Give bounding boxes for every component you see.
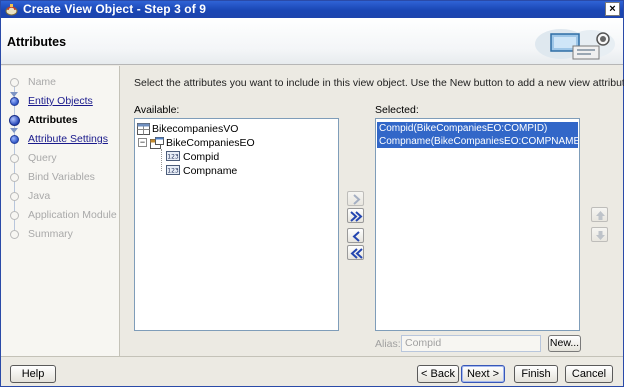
page-title: Attributes bbox=[7, 35, 67, 49]
move-all-left-icon bbox=[350, 248, 363, 259]
train-step-label: Bind Variables bbox=[28, 171, 95, 183]
train-step-summary: Summary bbox=[1, 225, 119, 244]
train-step-bind-variables: Bind Variables bbox=[1, 168, 119, 187]
train-step-java: Java bbox=[1, 187, 119, 206]
help-button[interactable]: Help bbox=[10, 365, 56, 383]
train-step-label: Java bbox=[28, 190, 51, 202]
train-step-application-module: Application Module bbox=[1, 206, 119, 225]
tree-node-attribute[interactable]: 123 Compname bbox=[166, 164, 326, 178]
move-right-button[interactable] bbox=[347, 191, 364, 206]
dialog-window: Create View Object - Step 3 of 9 × Attri… bbox=[0, 0, 624, 387]
tree-node-entity[interactable]: − BikeCompaniesEO bbox=[138, 136, 328, 150]
svg-text:123: 123 bbox=[167, 154, 179, 161]
page-header: Attributes bbox=[1, 18, 623, 65]
back-button[interactable]: < Back bbox=[417, 365, 459, 383]
tree-node-label: BikeCompaniesEO bbox=[166, 137, 255, 149]
train-step-label[interactable]: Attribute Settings bbox=[28, 133, 108, 145]
cancel-button[interactable]: Cancel bbox=[565, 365, 613, 383]
button-bar: Help < Back Next > Finish Cancel bbox=[1, 356, 623, 386]
train-step-label[interactable]: Entity Objects bbox=[28, 95, 93, 107]
train-step-attributes: Attributes bbox=[1, 111, 119, 130]
alias-label: Alias: bbox=[375, 338, 401, 350]
train-step-label: Query bbox=[28, 152, 57, 164]
current-step-marker bbox=[9, 115, 20, 126]
jdeveloper-icon bbox=[5, 4, 18, 16]
tree-guide-line bbox=[161, 149, 162, 171]
move-right-icon bbox=[353, 194, 361, 205]
available-tree[interactable]: BikecompaniesVO − BikeCompaniesEO 123 Co bbox=[134, 118, 339, 331]
step-marker bbox=[10, 192, 19, 201]
svg-text:123: 123 bbox=[167, 168, 179, 175]
train-step-label: Summary bbox=[28, 228, 73, 240]
main-panel: Select the attributes you want to includ… bbox=[121, 66, 624, 356]
step-marker bbox=[10, 135, 19, 144]
view-object-graphic bbox=[535, 29, 615, 60]
new-attribute-button[interactable]: New... bbox=[548, 335, 581, 352]
tree-node-view-object[interactable]: BikecompaniesVO bbox=[137, 122, 327, 136]
train-step-label: Application Module bbox=[28, 209, 117, 221]
move-down-icon bbox=[596, 231, 605, 240]
wizard-steps-train: Name Entity Objects Attributes Attribute… bbox=[1, 66, 120, 356]
window-title: Create View Object - Step 3 of 9 bbox=[23, 2, 207, 16]
move-all-right-button[interactable] bbox=[347, 208, 364, 223]
step-marker bbox=[10, 78, 19, 87]
train-step-name: Name bbox=[1, 73, 119, 92]
attribute-icon: 123 bbox=[166, 151, 180, 161]
step-marker bbox=[10, 173, 19, 182]
move-left-icon bbox=[352, 231, 360, 242]
alias-field[interactable]: Compid bbox=[401, 335, 541, 352]
tree-node-label: Compname bbox=[183, 165, 238, 177]
move-up-icon bbox=[596, 211, 605, 220]
train-step-entity-objects[interactable]: Entity Objects bbox=[1, 92, 119, 111]
train-step-attribute-settings[interactable]: Attribute Settings bbox=[1, 130, 119, 149]
tree-node-label: BikecompaniesVO bbox=[152, 123, 239, 135]
train-step-label: Attributes bbox=[28, 114, 78, 126]
selected-label: Selected: bbox=[375, 104, 419, 116]
move-all-left-button[interactable] bbox=[347, 245, 364, 260]
train-step-query: Query bbox=[1, 149, 119, 168]
available-label: Available: bbox=[134, 104, 180, 116]
move-down-button[interactable] bbox=[591, 227, 608, 242]
next-button[interactable]: Next > bbox=[461, 365, 505, 383]
title-bar: Create View Object - Step 3 of 9 × bbox=[1, 1, 623, 18]
move-all-right-icon bbox=[350, 211, 363, 222]
view-object-icon bbox=[137, 123, 150, 135]
tree-node-attribute[interactable]: 123 Compid bbox=[166, 150, 326, 164]
selected-list[interactable]: Compid(BikeCompaniesEO:COMPID) Compname(… bbox=[375, 118, 580, 331]
attribute-icon: 123 bbox=[166, 165, 180, 175]
finish-button[interactable]: Finish bbox=[514, 365, 558, 383]
move-up-button[interactable] bbox=[591, 207, 608, 222]
close-button[interactable]: × bbox=[605, 2, 620, 16]
selected-list-item[interactable]: Compid(BikeCompaniesEO:COMPID) bbox=[377, 122, 578, 135]
entity-object-icon bbox=[150, 137, 164, 149]
step-marker bbox=[10, 230, 19, 239]
step-marker bbox=[10, 211, 19, 220]
step-marker bbox=[10, 97, 19, 106]
move-left-button[interactable] bbox=[347, 228, 364, 243]
selected-list-item[interactable]: Compname(BikeCompaniesEO:COMPNAME) bbox=[377, 135, 578, 148]
train-step-label: Name bbox=[28, 76, 57, 88]
tree-node-label: Compid bbox=[183, 151, 220, 163]
step-marker bbox=[10, 154, 19, 163]
instructions-text: Select the attributes you want to includ… bbox=[134, 77, 624, 89]
collapse-toggle-icon[interactable]: − bbox=[138, 138, 147, 147]
